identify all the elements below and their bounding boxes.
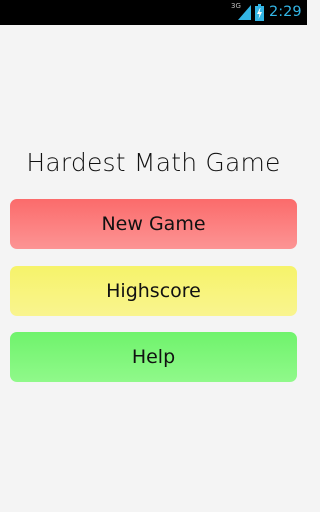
new-game-button[interactable]: New Game — [10, 199, 297, 249]
status-bar: 3G 2:29 — [0, 0, 307, 25]
app-title: Hardest Math Game — [26, 148, 281, 177]
highscore-button-label: Highscore — [106, 280, 201, 302]
highscore-button[interactable]: Highscore — [10, 266, 297, 316]
help-button[interactable]: Help — [10, 332, 297, 382]
battery-charging-icon — [255, 4, 264, 21]
signal-bars-icon — [238, 5, 251, 20]
new-game-button-label: New Game — [101, 213, 206, 235]
help-button-label: Help — [131, 346, 176, 368]
status-clock: 2:29 — [269, 4, 302, 20]
